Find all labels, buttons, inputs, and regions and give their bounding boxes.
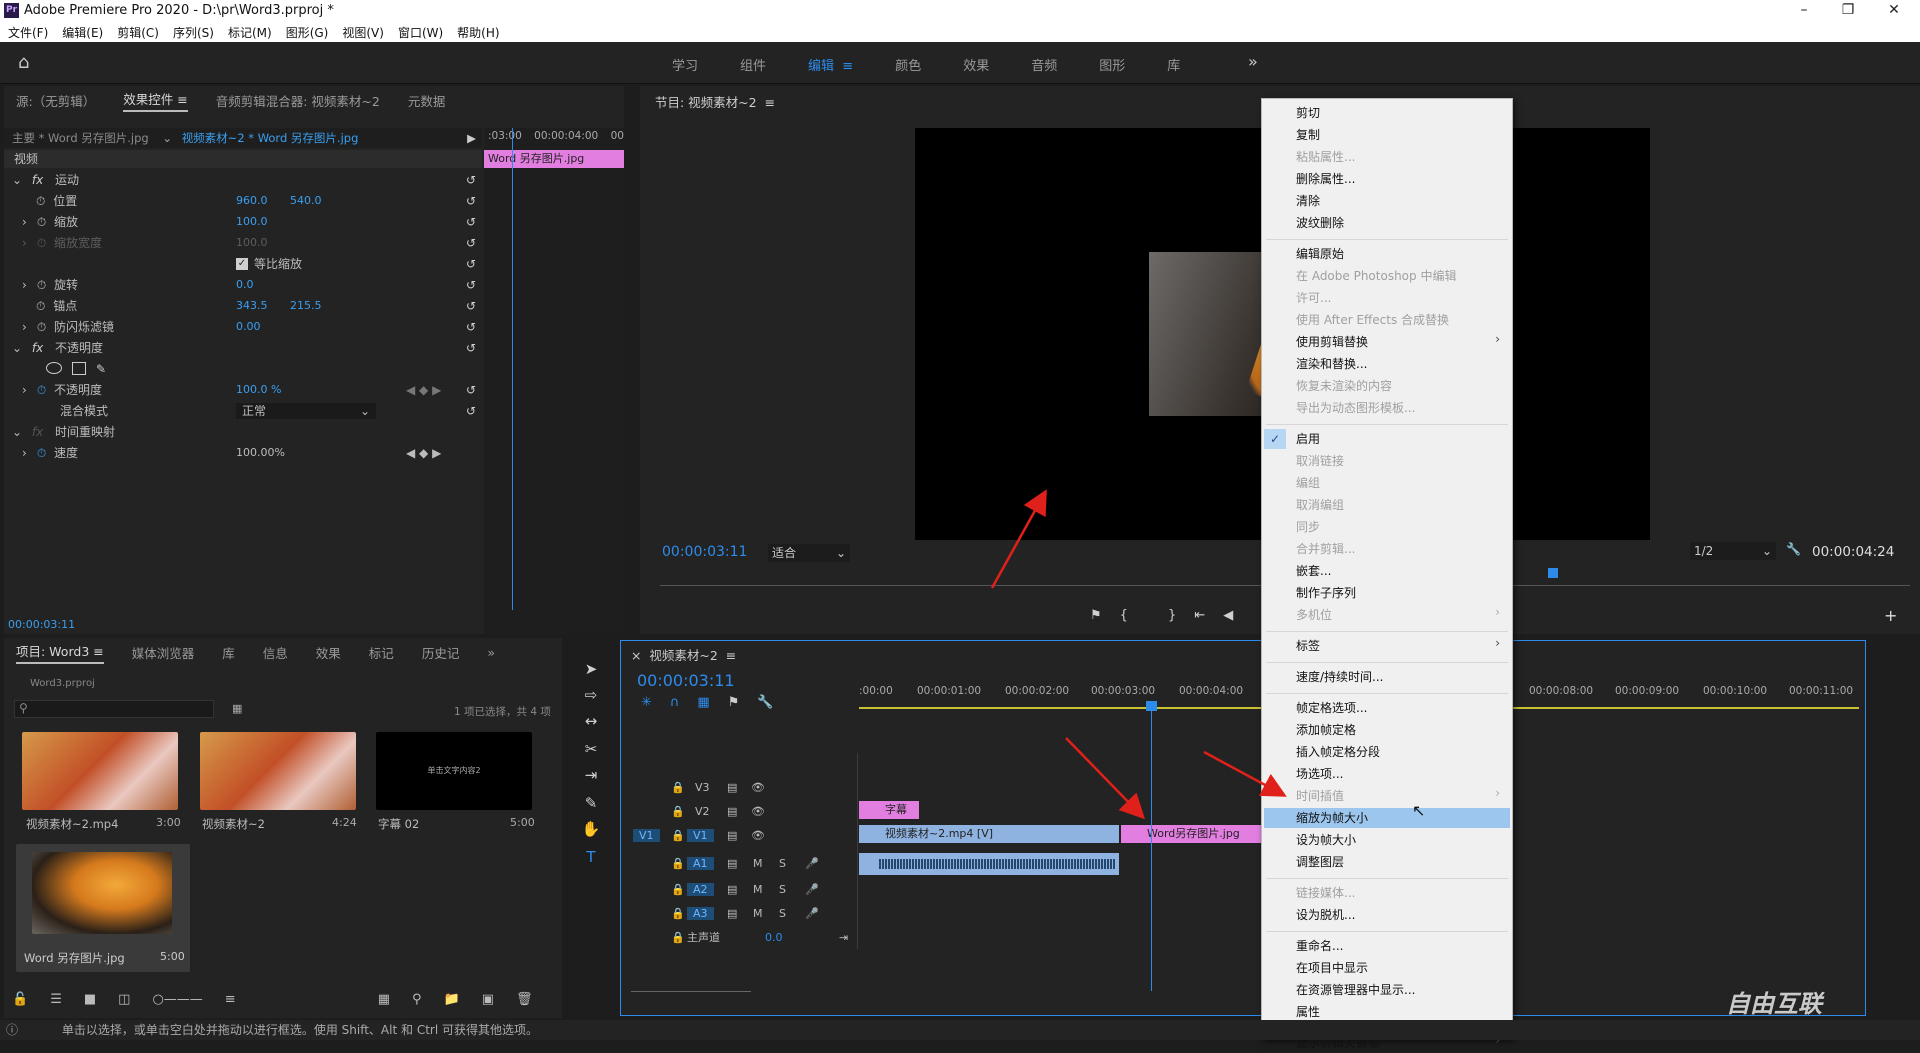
red-arrow [1203,750,1287,797]
red-arrow [1065,737,1145,820]
red-arrow [990,489,1047,589]
status-info-icon: ⓘ [6,1023,19,1037]
status-bar: ⓘ 单击以选择，或单击空白处并拖动以进行框选。使用 Shift、Alt 和 Ct… [0,1020,1920,1040]
status-text: 单击以选择，或单击空白处并拖动以进行框选。使用 Shift、Alt 和 Ctrl… [61,1023,538,1037]
watermark-logo: 自由互联 [1726,990,1822,1018]
annotation-arrows [990,489,1287,820]
